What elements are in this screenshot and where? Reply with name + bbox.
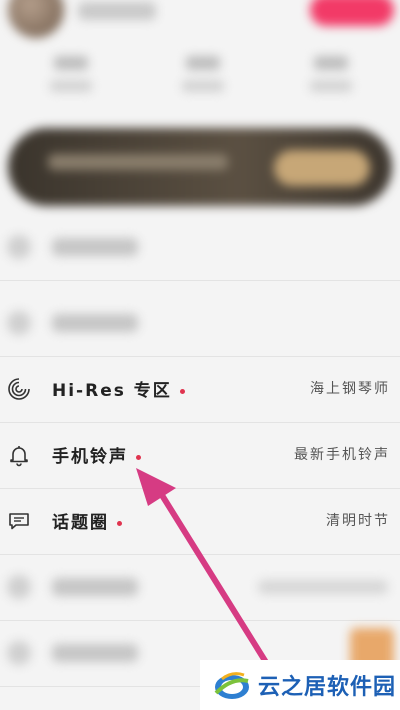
menu-item-label: 手机铃声 bbox=[52, 442, 141, 467]
stat-item[interactable] bbox=[306, 52, 356, 102]
avatar[interactable] bbox=[8, 0, 64, 38]
profile-header bbox=[0, 0, 400, 50]
new-dot bbox=[117, 520, 122, 526]
menu-item-label: Hi-Res 专区 bbox=[52, 376, 185, 401]
menu-item-hires[interactable]: Hi-Res 专区 海上钢琴师 bbox=[0, 356, 400, 423]
watermark-text: 云之居软件园 bbox=[258, 675, 397, 700]
menu-item-label-text: 话题圈 bbox=[52, 513, 109, 533]
menu-item-ringtone[interactable]: 手机铃声 最新手机铃声 bbox=[0, 422, 400, 489]
banner-text bbox=[48, 154, 228, 170]
menu-label bbox=[52, 644, 138, 662]
chat-icon bbox=[6, 508, 32, 534]
list-item[interactable] bbox=[0, 214, 400, 281]
menu-icon bbox=[6, 234, 32, 260]
menu-item-subtitle: 海上钢琴师 bbox=[310, 381, 390, 397]
watermark: 云之居软件园 bbox=[200, 660, 400, 710]
bell-icon bbox=[6, 442, 32, 468]
menu-item-label: 话题圈 bbox=[52, 508, 122, 533]
new-dot bbox=[179, 388, 185, 394]
stat-item[interactable] bbox=[178, 52, 228, 102]
list-item[interactable] bbox=[0, 554, 400, 621]
menu-icon bbox=[6, 310, 32, 336]
username bbox=[78, 2, 156, 20]
menu-item-label-text: 手机铃声 bbox=[52, 447, 128, 467]
menu-label bbox=[52, 578, 138, 596]
menu-icon bbox=[6, 574, 32, 600]
menu-item-label-text: Hi-Res 专区 bbox=[52, 381, 172, 401]
menu-subtitle bbox=[258, 580, 388, 594]
hires-icon bbox=[6, 376, 32, 402]
vip-button[interactable] bbox=[310, 0, 394, 26]
menu-item-topics[interactable]: 话题圈 清明时节 bbox=[0, 488, 400, 555]
menu-item-subtitle: 最新手机铃声 bbox=[294, 447, 390, 463]
vip-banner[interactable] bbox=[8, 128, 392, 206]
menu-item-subtitle: 清明时节 bbox=[326, 513, 390, 529]
menu-icon bbox=[6, 640, 32, 666]
new-dot bbox=[136, 454, 141, 460]
menu-label bbox=[52, 238, 138, 256]
list-item[interactable] bbox=[0, 290, 400, 357]
menu-label bbox=[52, 314, 138, 332]
profile-stats bbox=[0, 52, 400, 108]
stat-item[interactable] bbox=[46, 52, 96, 102]
banner-button[interactable] bbox=[274, 150, 370, 186]
watermark-logo-icon bbox=[212, 667, 252, 703]
